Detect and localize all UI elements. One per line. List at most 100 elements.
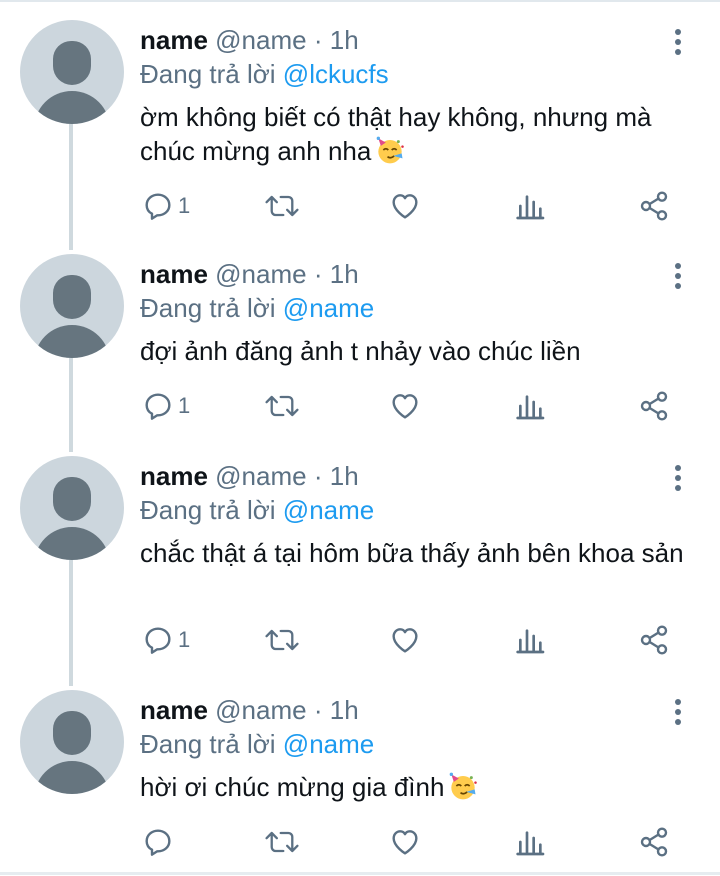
avatar[interactable] [20, 254, 124, 358]
share-button[interactable] [638, 618, 670, 662]
retweet-button[interactable] [264, 618, 300, 662]
reply-button[interactable]: 1 [142, 184, 190, 228]
avatar[interactable] [20, 456, 124, 560]
tweet-text-content: đợi ảnh đăng ảnh t nhảy vào chúc liền [140, 336, 581, 366]
more-options-button[interactable] [664, 696, 692, 728]
timestamp[interactable]: 1h [330, 461, 359, 491]
retweet-button[interactable] [264, 184, 300, 228]
tweet-header: name @name · 1h [140, 258, 359, 290]
reply-button[interactable]: 1 [142, 384, 190, 428]
action-bar [0, 820, 720, 864]
more-vertical-icon [675, 465, 681, 491]
party-face-emoji [377, 136, 405, 164]
tweet-text-content: hời ơi chúc mừng gia đình [140, 772, 445, 802]
top-divider [0, 0, 720, 2]
more-options-button[interactable] [664, 26, 692, 58]
like-button[interactable] [389, 820, 421, 864]
retweet-button[interactable] [264, 820, 300, 864]
tweet[interactable]: name @name · 1h Đang trả lời @name đợi ả… [0, 254, 720, 444]
more-vertical-icon [675, 29, 681, 55]
avatar[interactable] [20, 20, 124, 124]
tweet-text: hời ơi chúc mừng gia đình [140, 770, 700, 804]
display-name[interactable]: name [140, 695, 208, 725]
timestamp[interactable]: 1h [330, 25, 359, 55]
views-icon [516, 395, 545, 420]
reply-count: 1 [178, 393, 191, 418]
separator-dot: · [313, 461, 323, 491]
separator-dot: · [313, 25, 323, 55]
replying-label: Đang trả lời [140, 729, 276, 759]
replying-label: Đang trả lời [140, 59, 276, 89]
views-button[interactable] [515, 820, 547, 864]
mention-link[interactable]: @name [283, 495, 374, 525]
share-button[interactable] [638, 384, 670, 428]
reply-icon [145, 393, 171, 420]
like-button[interactable] [389, 184, 421, 228]
share-icon [640, 191, 668, 221]
reply-button[interactable] [142, 820, 178, 864]
reply-button[interactable]: 1 [142, 618, 190, 662]
tweet-header: name @name · 1h [140, 694, 359, 726]
share-button[interactable] [638, 820, 670, 864]
share-icon [640, 391, 668, 421]
action-bar: 1 [0, 384, 720, 428]
display-name[interactable]: name [140, 259, 208, 289]
retweet-icon [265, 395, 299, 417]
more-options-button[interactable] [664, 260, 692, 292]
replying-to: Đang trả lời @name [140, 728, 374, 760]
reply-count: 1 [178, 627, 191, 652]
avatar[interactable] [20, 690, 124, 794]
tweet[interactable]: name @name · 1h Đang trả lời @name hời ơ… [0, 690, 720, 870]
reply-icon [145, 829, 171, 856]
reply-icon [145, 627, 171, 654]
tweet-text: ờm không biết có thật hay không, nhưng m… [140, 100, 700, 168]
retweet-icon [265, 831, 299, 853]
retweet-button[interactable] [264, 384, 300, 428]
views-button[interactable] [515, 384, 547, 428]
action-bar: 1 [0, 618, 720, 662]
separator-dot: · [313, 259, 323, 289]
more-options-button[interactable] [664, 462, 692, 494]
separator-dot: · [313, 695, 323, 725]
views-icon [516, 195, 545, 220]
tweet-text: đợi ảnh đăng ảnh t nhảy vào chúc liền [140, 334, 700, 368]
user-handle: @name [215, 25, 307, 55]
tweet-header: name @name · 1h [140, 460, 359, 492]
views-icon [516, 831, 545, 856]
like-icon [392, 394, 418, 419]
display-name[interactable]: name [140, 461, 208, 491]
tweet-text-content: chắc thật á tại hôm bữa thấy ảnh bên kho… [140, 538, 684, 568]
views-button[interactable] [515, 184, 547, 228]
party-face-emoji [450, 772, 478, 800]
bottom-divider [0, 872, 720, 875]
timestamp[interactable]: 1h [330, 695, 359, 725]
reply-icon [145, 193, 171, 220]
timestamp[interactable]: 1h [330, 259, 359, 289]
action-bar: 1 [0, 184, 720, 228]
more-vertical-icon [675, 699, 681, 725]
share-button[interactable] [638, 184, 670, 228]
tweet[interactable]: name @name · 1h Đang trả lời @name chắc … [0, 456, 720, 676]
replying-label: Đang trả lời [140, 495, 276, 525]
display-name[interactable]: name [140, 25, 208, 55]
mention-link[interactable]: @lckucfs [283, 59, 389, 89]
share-icon [640, 625, 668, 655]
replying-to: Đang trả lời @lckucfs [140, 58, 389, 90]
replying-to: Đang trả lời @name [140, 292, 374, 324]
tweet-text: chắc thật á tại hôm bữa thấy ảnh bên kho… [140, 536, 700, 570]
replying-to: Đang trả lời @name [140, 494, 374, 526]
replying-label: Đang trả lời [140, 293, 276, 323]
like-icon [392, 830, 418, 855]
views-icon [516, 629, 545, 654]
mention-link[interactable]: @name [283, 729, 374, 759]
mention-link[interactable]: @name [283, 293, 374, 323]
views-button[interactable] [515, 618, 547, 662]
tweet-header: name @name · 1h [140, 24, 359, 56]
like-button[interactable] [389, 618, 421, 662]
user-handle: @name [215, 695, 307, 725]
tweet[interactable]: name @name · 1h Đang trả lời @lckucfs ờm… [0, 20, 720, 240]
like-button[interactable] [389, 384, 421, 428]
reply-count: 1 [178, 193, 191, 218]
share-icon [640, 827, 668, 857]
like-icon [392, 628, 418, 653]
